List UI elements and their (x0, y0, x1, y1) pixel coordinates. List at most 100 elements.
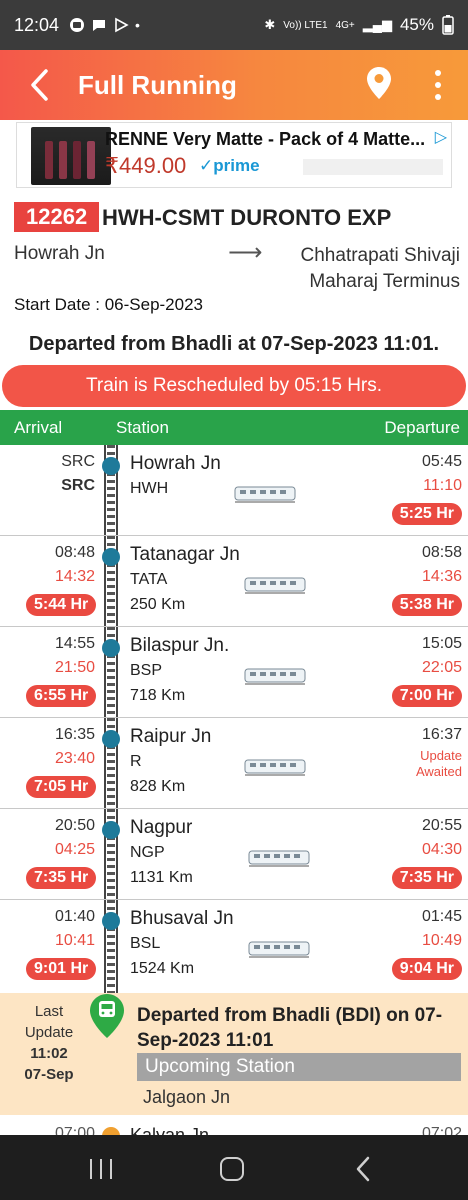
scheduled-departure: 05:45 (421, 453, 462, 470)
origin-station: Howrah Jn (14, 243, 105, 264)
recents-button[interactable] (90, 1159, 112, 1179)
station-distance: 1131 Km (130, 869, 193, 886)
actual-arrival: 04:25 (54, 841, 95, 858)
scheduled-arrival: 16:35 (54, 726, 95, 743)
status-time: 12:04 (14, 14, 60, 35)
right-arrow-icon: ⟶ (228, 239, 263, 266)
page-title: Full Running (78, 69, 237, 100)
adchoices-icon[interactable]: ▷ (435, 127, 447, 147)
station-row[interactable]: 14:55 21:50 6:55 Hr Bilaspur Jn. BSP 718… (0, 627, 468, 718)
destination-station: Chhatrapati Shivaji Maharaj Terminus (300, 245, 460, 292)
station-dot-icon (102, 639, 120, 657)
arrival-delay-badge: 7:35 Hr (26, 867, 97, 889)
scheduled-departure: 07:02 (421, 1125, 462, 1135)
station-row[interactable]: 16:35 23:40 7:05 Hr Raipur Jn R 828 Km 1… (0, 718, 468, 809)
scheduled-departure: 20:55 (421, 817, 462, 834)
battery-level: 45% (399, 15, 434, 34)
network-label-2: 4G+ (335, 19, 355, 31)
departure-header: Departure (384, 418, 460, 437)
more-dot-icon (435, 70, 441, 76)
scheduled-arrival: 01:40 (54, 908, 95, 925)
location-pin-icon (367, 67, 391, 99)
station-distance: 828 Km (130, 778, 186, 795)
actual-arrival: 21:50 (54, 659, 95, 676)
actual-departure: 22:05 (421, 659, 462, 676)
scheduled-arrival: 07:00 (54, 1125, 95, 1135)
arrival-delay-badge: 5:44 Hr (26, 594, 97, 616)
station-distance: 1524 Km (130, 960, 195, 977)
train-number-badge: 12262 (14, 202, 100, 232)
network-label: Vo)) LTE1 (283, 19, 328, 31)
station-dot-icon (102, 457, 120, 475)
station-row[interactable]: 01:40 10:41 9:01 Hr Bhusaval Jn BSL 1524… (0, 900, 468, 993)
arrival-delay-badge: 6:55 Hr (26, 685, 97, 707)
last-update-label: Last (34, 1003, 64, 1020)
station-distance: 718 Km (130, 687, 186, 704)
station-name: Bilaspur Jn. (130, 635, 230, 656)
actual-arrival: 23:40 (54, 750, 95, 767)
rescheduled-banner: Train is Rescheduled by 05:15 Hrs. (2, 365, 466, 407)
upcoming-station-label: Upcoming Station (137, 1053, 461, 1081)
station-distance: 250 Km (130, 596, 186, 613)
last-update: Last Update 11:02 07-Sep (10, 1001, 88, 1085)
actual-arrival: SRC (61, 477, 95, 494)
actual-departure: 14:36 (421, 568, 462, 585)
bluetooth-icon: ✱ (264, 17, 276, 32)
train-icon (244, 759, 306, 776)
ad-title[interactable]: RENNE Very Matte - Pack of 4 Matte... (105, 129, 425, 150)
station-name: Raipur Jn (130, 726, 212, 747)
last-update-date: 07-Sep (24, 1066, 74, 1083)
status-right: ✱ Vo)) LTE1 4G+ ▂▄▆ 45% (264, 15, 454, 35)
departure-delay-badge: 9:04 Hr (391, 958, 462, 980)
departure-delay-badge: 5:38 Hr (391, 594, 462, 616)
arrival-header: Arrival (14, 418, 63, 437)
actual-departure: 11:10 (423, 477, 462, 494)
scheduled-arrival: 20:50 (54, 817, 95, 834)
more-dot-icon (435, 82, 441, 88)
station-name: Tatanagar Jn (130, 544, 240, 565)
scheduled-departure: 01:45 (421, 908, 462, 925)
station-dot-icon (102, 1127, 120, 1135)
start-date: Start Date : 06-Sep-2023 (14, 295, 204, 314)
train-icon (234, 486, 296, 503)
station-row-partial[interactable]: 07:00 Kalyan Jn 07:02 (0, 1115, 468, 1135)
train-icon (248, 941, 310, 958)
actual-departure: 10:49 (421, 932, 462, 949)
scheduled-departure: 16:37 (421, 726, 462, 743)
departure-update-awaited: Update Awaited (415, 748, 462, 779)
station-row[interactable]: SRC SRC Howrah Jn HWH 05:45 11:10 5:25 H… (0, 445, 468, 536)
actual-departure: 04:30 (421, 841, 462, 858)
ad-blurred-text (303, 159, 443, 175)
ad-banner[interactable]: RENNE Very Matte - Pack of 4 Matte... ₹4… (16, 122, 452, 188)
departed-status: Departed from Bhadli at 07-Sep-2023 11:0… (28, 333, 440, 355)
departure-delay-badge: 7:00 Hr (391, 685, 462, 707)
station-code: BSL (130, 935, 161, 952)
table-header: Arrival Station Departure (0, 410, 468, 445)
home-button[interactable] (220, 1157, 244, 1181)
station-row[interactable]: 20:50 04:25 7:35 Hr Nagpur NGP 1131 Km 2… (0, 809, 468, 900)
current-position-row: Last Update 11:02 07-Sep Departed from B… (0, 993, 468, 1115)
station-row[interactable]: 08:48 14:32 5:44 Hr Tatanagar Jn TATA 25… (0, 536, 468, 627)
train-icon (248, 850, 310, 867)
more-options-button[interactable] (428, 70, 448, 100)
scheduled-departure: 15:05 (421, 635, 462, 652)
station-code: HWH (130, 480, 169, 497)
departure-delay-badge: 7:35 Hr (391, 867, 462, 889)
actual-arrival: 14:32 (54, 568, 95, 585)
station-dot-icon (102, 912, 120, 930)
nav-back-button[interactable] (355, 1156, 371, 1182)
scheduled-departure: 08:58 (421, 544, 462, 561)
current-status-message: Departed from Bhadli (BDI) on 07-Sep-202… (137, 1005, 443, 1051)
arrival-delay-badge: 7:05 Hr (26, 776, 97, 798)
location-button[interactable] (366, 66, 392, 105)
ad-product-image (31, 127, 111, 185)
recents-icon (90, 1159, 92, 1179)
last-update-label-2: Update (24, 1024, 74, 1041)
station-dot-icon (102, 548, 120, 566)
departure-delay-badge: 5:25 Hr (391, 503, 462, 525)
station-name: Bhusaval Jn (130, 908, 234, 929)
station-dot-icon (102, 821, 120, 839)
train-icon (244, 577, 306, 594)
back-button[interactable] (0, 50, 78, 120)
scheduled-arrival: SRC (61, 453, 95, 470)
